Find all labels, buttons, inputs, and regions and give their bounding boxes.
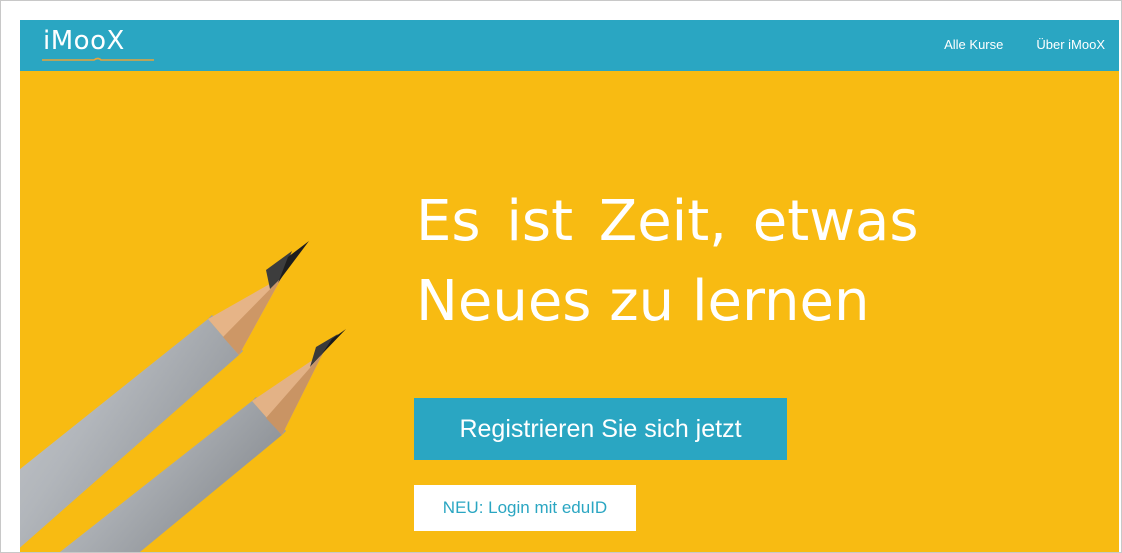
eduid-login-button[interactable]: NEU: Login mit eduID (414, 485, 636, 531)
site-header: iMooX Alle Kurse Über iMooX (20, 20, 1119, 71)
page-frame: iMooX Alle Kurse Über iMooX Es ist Zeit,… (0, 0, 1122, 553)
register-button[interactable]: Registrieren Sie sich jetzt (414, 398, 787, 460)
logo-swoosh-icon (42, 57, 154, 61)
pencils-image (20, 241, 346, 552)
nav-link-ueber-imoox[interactable]: Über iMooX (1036, 37, 1105, 53)
headline-line-1: Es ist Zeit, etwas (416, 189, 919, 254)
nav-link-alle-kurse[interactable]: Alle Kurse (944, 37, 1003, 53)
imoox-logo[interactable]: iMooX (43, 26, 125, 56)
hero-headline: Es ist Zeit, etwas Neues zu lernen (416, 182, 1116, 342)
headline-line-2: Neues zu lernen (416, 269, 870, 334)
main-nav: Alle Kurse Über iMooX (944, 37, 1105, 53)
hero-banner: Es ist Zeit, etwas Neues zu lernen Regis… (20, 71, 1119, 552)
